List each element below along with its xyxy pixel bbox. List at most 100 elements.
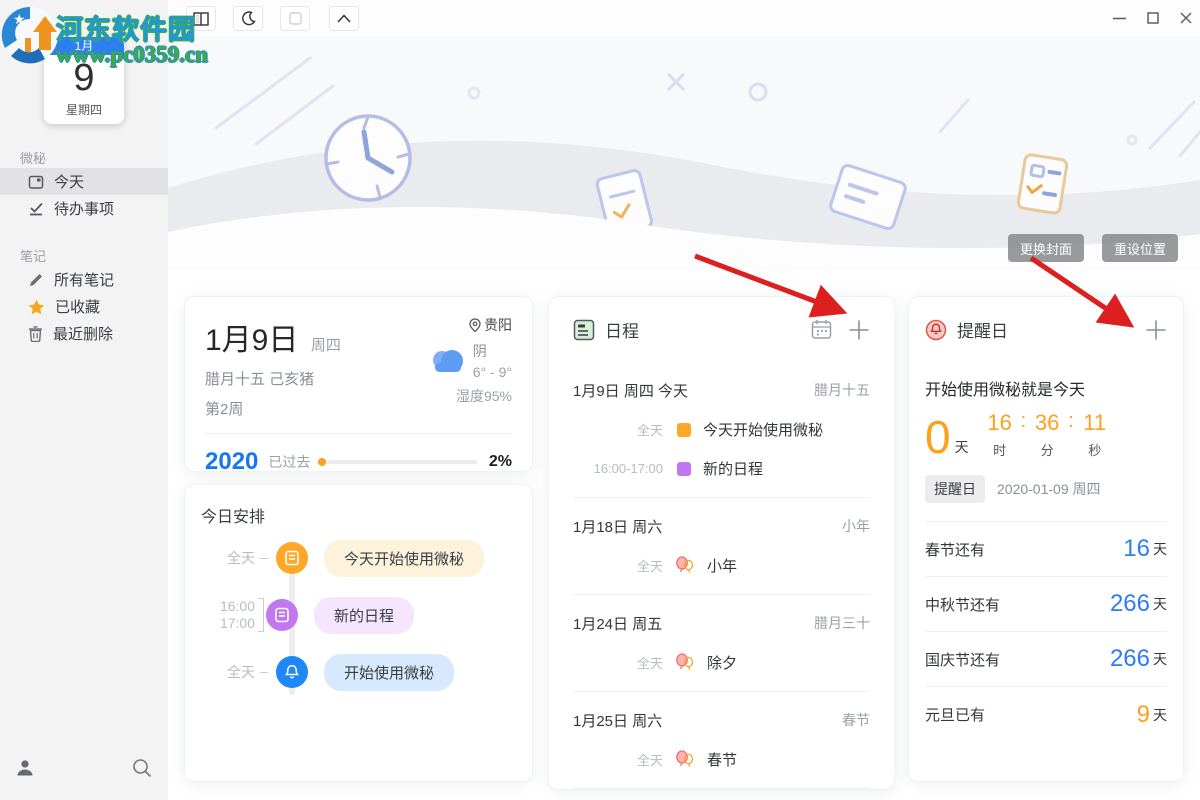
- user-profile-button[interactable]: [14, 757, 36, 784]
- year-passed-label: 已过去: [268, 454, 311, 470]
- weather-humidity: 湿度95%: [455, 388, 512, 404]
- reminder-row-unit: 天: [1153, 541, 1167, 557]
- group-date-text: 1月25日 周六: [573, 713, 663, 730]
- close-button[interactable]: [1172, 4, 1200, 32]
- reminder-row-midautumn[interactable]: 中秋节还有 266 天: [925, 577, 1167, 632]
- maximize-button[interactable]: [1139, 4, 1167, 32]
- section-header-notes: 笔记: [20, 249, 47, 264]
- sidebar-item-favorites[interactable]: 已收藏: [0, 293, 168, 320]
- schedule-event[interactable]: 全天 除夕: [573, 652, 870, 673]
- reminder-card: 提醒日 开始使用微秘就是今天 0 天 16 时 : 36 分 : 11 秒 提醒…: [908, 296, 1184, 782]
- schedule-event[interactable]: 全天 今天开始使用微秘: [573, 419, 870, 440]
- maximize-icon: [1147, 12, 1159, 24]
- schedule-group-date: 1月9日 周四 今天 腊月十五: [573, 380, 870, 401]
- year-progress-dot: [318, 458, 327, 466]
- countdown-colon: :: [1020, 410, 1027, 432]
- note-circle-purple: [266, 599, 298, 631]
- reminder-card-title: 提醒日: [957, 322, 1008, 341]
- sidebar-item-recent-deleted[interactable]: 最近删除: [0, 320, 168, 347]
- collapse-button[interactable]: [329, 6, 359, 31]
- reminder-badge: 提醒日: [925, 475, 985, 503]
- layout-split-button[interactable]: [186, 6, 216, 31]
- plan-item-time: 全天: [227, 663, 255, 680]
- plan-item-time-range: 16:00 17:00: [201, 598, 255, 632]
- sidebar-item-all-notes[interactable]: 所有笔记: [0, 266, 168, 293]
- today-plan-card: 今日安排 全天 今天开始使用微秘 16:00 17:00 新的日程 全天 开始使…: [184, 484, 533, 782]
- sidebar-date-card[interactable]: 1月 9 星期四: [44, 37, 124, 124]
- location-pin-icon: [469, 318, 481, 332]
- calendar-view-icon[interactable]: [811, 319, 832, 340]
- plan-item-allday-note[interactable]: 全天 今天开始使用微秘: [201, 539, 516, 577]
- schedule-group-date: 1月18日 周六 小年: [573, 516, 870, 537]
- reminder-row-value: 16: [1123, 535, 1150, 562]
- year-progress-bar: [318, 458, 477, 466]
- sidebar-nav: 微秘 今天 待办事项 笔记 所有笔记 已收藏 最近删除: [0, 148, 168, 347]
- square-icon: [288, 12, 302, 25]
- countdown-hours: 16: [987, 410, 1012, 435]
- schedule-group-date: 1月24日 周五 腊月三十: [573, 613, 870, 634]
- reminder-badge-date: 2020-01-09 周四: [997, 481, 1101, 497]
- sidebar-item-todo[interactable]: 待办事项: [0, 195, 168, 222]
- event-color-square: [677, 422, 691, 437]
- plan-item-allday-reminder[interactable]: 全天 开始使用微秘: [201, 653, 516, 691]
- note-circle-orange: [276, 542, 308, 574]
- today-date-line: 1月9日 周四: [205, 315, 392, 359]
- timeline-tick: [260, 671, 268, 673]
- schedule-card-title: 日程: [605, 322, 639, 341]
- plan-timeline: 全天 今天开始使用微秘 16:00 17:00 新的日程 全天 开始使用微秘: [201, 485, 516, 783]
- reminder-row-value: 266: [1109, 645, 1150, 672]
- change-cover-button[interactable]: 更换封面: [1008, 234, 1085, 262]
- sidebar-item-label: 已收藏: [55, 299, 101, 316]
- reminder-bell-icon: [925, 319, 947, 340]
- group-festival-tag: 小年: [842, 518, 870, 534]
- reminder-row-value: 9: [1136, 700, 1150, 728]
- event-time: 全天: [636, 656, 663, 671]
- reset-position-button[interactable]: 重设位置: [1102, 234, 1179, 262]
- night-mode-button[interactable]: [233, 6, 263, 31]
- reminder-row-spring-festival[interactable]: 春节还有 16 天: [925, 522, 1167, 577]
- divider: [573, 691, 870, 692]
- countdown-seconds: 11: [1083, 410, 1107, 435]
- schedule-card: 日程 1月9日 周四 今天 腊月十五 全天 今天开始使用微秘 16:00-17:…: [548, 296, 895, 790]
- chevron-up-icon: [337, 14, 351, 23]
- sidebar-item-today[interactable]: 今天: [0, 168, 168, 195]
- countdown-days: 0: [925, 411, 951, 463]
- pencil-icon: [30, 273, 42, 286]
- add-reminder-icon[interactable]: [1145, 319, 1167, 341]
- weather-condition: 阴: [472, 343, 487, 359]
- reminder-row-national-day[interactable]: 国庆节还有 266 天: [925, 632, 1167, 687]
- add-schedule-icon[interactable]: [848, 319, 870, 341]
- event-title: 今天开始使用微秘: [703, 422, 824, 439]
- plan-item-timed-schedule[interactable]: 16:00 17:00 新的日程: [201, 596, 516, 634]
- divider: [573, 788, 870, 789]
- time-bracket: [258, 598, 264, 632]
- plan-item-title[interactable]: 开始使用微秘: [324, 653, 455, 691]
- event-title: 春节: [707, 752, 738, 769]
- schedule-event[interactable]: 全天 小年: [573, 555, 870, 576]
- event-title: 小年: [707, 558, 738, 575]
- split-pane-icon: [193, 11, 209, 26]
- sidebar-item-label: 最近删除: [53, 326, 114, 343]
- reminder-row-new-year[interactable]: 元旦已有 9 天: [925, 687, 1167, 742]
- plan-item-title[interactable]: 今天开始使用微秘: [324, 539, 485, 577]
- bell-icon: [284, 665, 300, 679]
- event-time: 全天: [636, 753, 663, 768]
- balloons-icon: [676, 556, 694, 573]
- schedule-event[interactable]: 16:00-17:00 新的日程: [573, 458, 870, 479]
- square-tool-button[interactable]: [280, 6, 310, 31]
- minimize-icon: [1112, 17, 1126, 19]
- minimize-button[interactable]: [1105, 4, 1133, 32]
- search-button[interactable]: [131, 757, 153, 784]
- trash-icon: [29, 325, 42, 342]
- plan-item-time: 全天: [227, 549, 255, 566]
- schedule-event[interactable]: 全天 春节: [573, 749, 870, 770]
- plan-item-title[interactable]: 新的日程: [314, 596, 415, 634]
- today-date: 1月9日: [205, 324, 299, 357]
- date-card-month: 1月: [44, 37, 124, 55]
- person-icon: [17, 760, 33, 776]
- event-time: 全天: [636, 559, 663, 574]
- balloons-icon: [676, 750, 694, 767]
- todo-check-icon: [30, 202, 43, 215]
- sidebar-item-label: 待办事项: [54, 201, 115, 218]
